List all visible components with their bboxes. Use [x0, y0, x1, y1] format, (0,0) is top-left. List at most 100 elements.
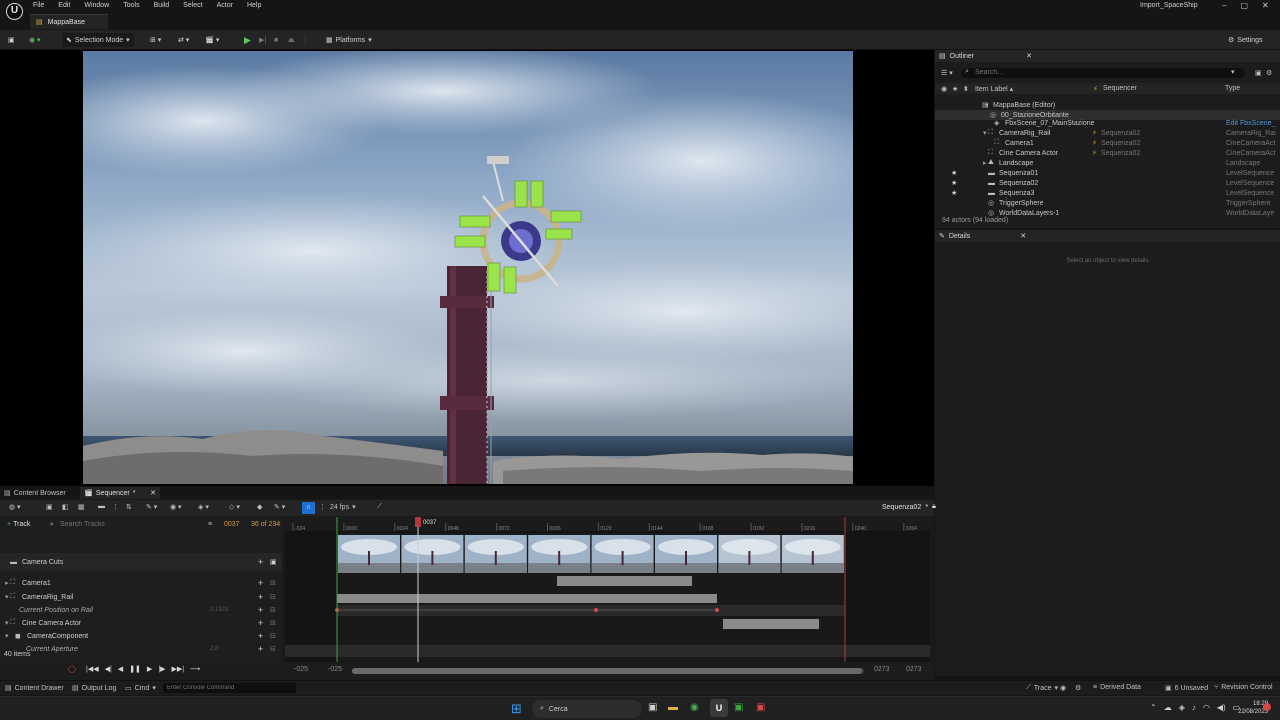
outliner-row[interactable]: ◎ TriggerSphere TriggerSphere [935, 198, 1280, 208]
task-view-icon[interactable]: ▣ [648, 702, 657, 713]
shield-icon[interactable]: ◈ [1179, 703, 1185, 712]
gear-icon[interactable]: ⚙ [1075, 684, 1081, 692]
snap-icon[interactable]: ∩ [302, 502, 315, 514]
step-icon[interactable]: ▶| [259, 33, 266, 47]
lock-icon[interactable]: ⊟ [270, 632, 276, 640]
unreal-engine-app-icon[interactable]: U [710, 699, 728, 717]
outliner-tab[interactable]: ▤ Outliner ✕ [935, 50, 1280, 62]
curve-icon[interactable]: ✎ ▾ [274, 503, 285, 511]
timeline-canvas[interactable]: -024 0000 0024 0048 0072 0096 0120 0144 0168 0192… [285, 517, 930, 662]
cloud-icon[interactable]: ☁ [1164, 703, 1172, 712]
close-icon[interactable]: ✕ [1020, 232, 1026, 240]
star-icon[interactable]: ★ [951, 169, 957, 177]
maximize-icon[interactable]: ▢ [1240, 1, 1248, 10]
close-icon[interactable]: ✕ [1026, 52, 1032, 60]
stop-icon[interactable]: ■ [274, 33, 278, 47]
save-icon[interactable]: ▣ [8, 33, 15, 47]
star-icon[interactable]: ★ [951, 189, 957, 197]
visibility-icon[interactable]: ◉ [941, 85, 947, 93]
menu-item-select[interactable]: Select [183, 2, 202, 9]
outliner-row[interactable]: ▾ ▤ MappaBase (Editor) [935, 100, 1280, 110]
plus-icon[interactable]: + [258, 605, 263, 615]
more-options-icon[interactable]: ⋮ [319, 503, 326, 511]
working-range-start[interactable]: -025 [328, 666, 342, 673]
column-item-label[interactable]: Item Label ▴ [975, 85, 1013, 93]
details-tab[interactable]: ✎ Details ✕ [935, 230, 1280, 242]
camera-icon[interactable]: ◉ [1060, 684, 1066, 692]
save-icon[interactable]: ▣ [46, 503, 53, 511]
plus-icon[interactable]: + [258, 578, 263, 588]
close-icon[interactable]: ✕ [150, 489, 156, 497]
menu-item-file[interactable]: File [33, 2, 44, 9]
notification-icon[interactable] [1263, 703, 1271, 711]
filter-icon[interactable]: ☰ ▾ [941, 69, 953, 77]
plus-icon[interactable]: + [258, 592, 263, 602]
selection-mode-dropdown[interactable]: ⬉ Selection Mode ▾ [62, 33, 134, 47]
file-explorer-icon[interactable]: ▬ [668, 702, 678, 713]
chrome-icon[interactable]: ◉ [690, 702, 699, 713]
menu-item-build[interactable]: Build [154, 2, 170, 9]
prev-key-icon[interactable]: ◀| [105, 665, 112, 673]
tab-content-browser[interactable]: ▤ Content Browser [4, 487, 66, 499]
output-log-button[interactable]: ▤ Output Log [72, 684, 116, 693]
chevron-down-icon[interactable]: ▾ [5, 632, 9, 640]
wrench-icon[interactable]: ✎ ▾ [146, 503, 157, 511]
derived-data-button[interactable]: ≡ Derived Data [1093, 684, 1141, 691]
tab-mappabase[interactable]: ▤ MappaBase [30, 14, 108, 29]
loop-icon[interactable]: ⟶ [190, 665, 200, 673]
menu-item-edit[interactable]: Edit [58, 2, 70, 9]
track-row[interactable]: Current Position on Rail 0.1923 + ⊟ [0, 605, 282, 615]
lock-icon[interactable]: ⊟ [270, 619, 276, 627]
working-range-end[interactable]: 0273 [874, 666, 890, 673]
keyframe-icon[interactable]: ◆ [257, 503, 262, 511]
menu-item-actor[interactable]: Actor [217, 2, 233, 9]
key-icon[interactable]: ◇ ▾ [229, 503, 240, 511]
curve-editor-icon[interactable]: ⟋ [377, 503, 382, 511]
blueprint-icon[interactable]: ⇄ ▾ [178, 33, 189, 47]
chevron-right-icon[interactable]: ▸ [5, 579, 9, 587]
trace-button[interactable]: ⟋ Trace ▾ [1026, 684, 1058, 692]
revision-control-button[interactable]: ⑂ Revision Control [1214, 684, 1273, 691]
green-app-icon[interactable]: ▣ [734, 702, 743, 713]
lock-icon[interactable]: ⊟ [270, 593, 276, 601]
chevron-down-icon[interactable]: ▾ [5, 619, 9, 627]
outliner-row[interactable]: ★ ▬ Sequenza02 LevelSequence [935, 178, 1280, 188]
tab-sequencer[interactable]: 🎬︎ Sequencer * ✕ [80, 487, 160, 499]
reverse-icon[interactable]: ◀ [118, 665, 123, 673]
more-options-icon[interactable]: ⋮ [302, 33, 309, 47]
windows-start-icon[interactable]: ⊞ [511, 701, 522, 717]
current-frame[interactable]: 0037 [224, 521, 240, 528]
lock-icon[interactable]: ⊟ [270, 645, 276, 653]
outliner-row[interactable]: ◈ FbxScene_07_MainStazione Edit FbxScene_ [935, 118, 1280, 128]
content-drawer-button[interactable]: ▤ Content Drawer [5, 684, 64, 693]
track-search-input[interactable] [60, 519, 200, 529]
record-icon[interactable]: ◯ [68, 665, 76, 673]
pin-icon[interactable]: ⬍ [963, 85, 969, 93]
sequence-breadcrumb[interactable]: Sequenza02 * 🔒︎ [882, 503, 936, 511]
play-icon[interactable]: ▶ [244, 33, 251, 47]
outliner-search-input[interactable] [975, 67, 1225, 78]
jump-start-icon[interactable]: |◀◀ [86, 665, 99, 673]
timeline-area[interactable]: -024 0000 0024 0048 0072 0096 0120 0144 0168 0192… [285, 517, 930, 662]
plus-icon[interactable]: + [258, 631, 263, 641]
plus-icon[interactable]: + [258, 644, 263, 654]
outliner-row[interactable]: ▸ ⛰ Landscape Landscape [935, 158, 1280, 168]
lock-icon[interactable]: ⊟ [270, 606, 276, 614]
track-row[interactable]: ▾ ⛶ Cine Camera Actor + ⊟ [0, 618, 282, 628]
play-icon[interactable]: ▶ [147, 665, 152, 673]
chevron-up-icon[interactable]: ⌃ [1150, 703, 1157, 712]
outliner-item-type[interactable]: Edit FbxScene_ [1226, 120, 1275, 127]
outliner-row[interactable]: ★ ▬ Sequenza01 LevelSequence [935, 168, 1280, 178]
outliner-row[interactable]: ⛶ Camera1 ⚡ Sequenza02 CineCameraAct [935, 138, 1280, 148]
rail-value[interactable]: 0.1923 [210, 607, 228, 613]
source-control-icon[interactable]: ◉ ▾ [29, 33, 41, 47]
render-movie-icon[interactable]: ▦ [78, 503, 85, 511]
platforms-dropdown[interactable]: ▦ Platforms ▾ [326, 33, 372, 47]
chevron-down-icon[interactable]: ▾ [1231, 68, 1235, 76]
add-actor-icon[interactable]: ⊞ ▾ [150, 33, 161, 47]
add-track-button[interactable]: + Track [7, 521, 30, 528]
lock-icon[interactable]: ⊟ [270, 579, 276, 587]
jump-end-icon[interactable]: ▶▶| [172, 665, 185, 673]
level-viewport[interactable] [0, 50, 934, 486]
chevron-down-icon[interactable]: ▾ [5, 593, 9, 601]
